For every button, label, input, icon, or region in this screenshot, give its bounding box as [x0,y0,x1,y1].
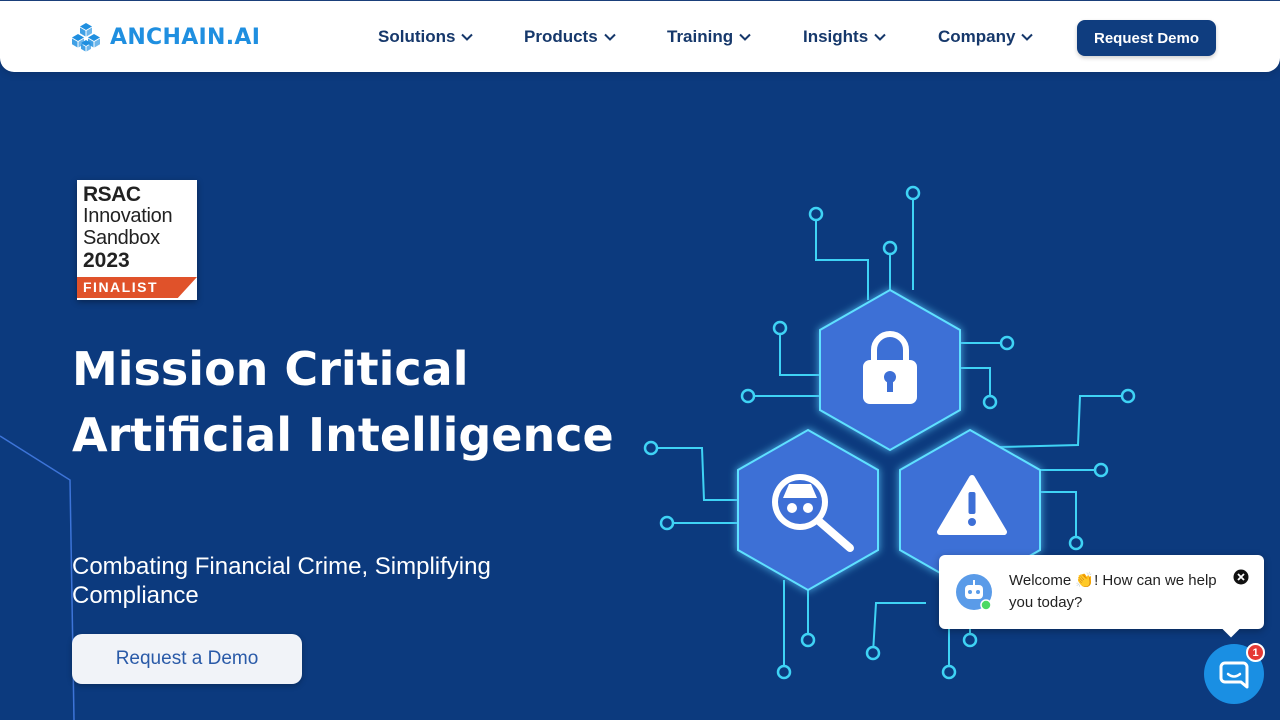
unread-count-badge: 1 [1246,643,1265,662]
nav-item-solutions[interactable]: Solutions [378,27,474,47]
badge-line: Innovation [83,205,173,227]
chevron-down-icon [874,33,886,41]
top-navigation-bar: ANCHAIN.AI Solutions Products Training I… [0,0,1280,72]
chat-icon [1219,661,1249,689]
request-demo-button[interactable]: Request Demo [1077,20,1216,56]
chevron-down-icon [461,33,474,41]
badge-line: 2023 [83,249,130,272]
chat-message: Welcome 👏! How can we help you today? [1009,572,1217,611]
chat-welcome-bubble[interactable]: Welcome 👏! How can we help you today? [939,555,1264,638]
brand-logo[interactable]: ANCHAIN.AI [70,21,260,53]
nav-item-training[interactable]: Training [667,27,751,47]
nav-item-insights[interactable]: Insights [803,27,886,47]
chevron-down-icon [739,33,751,41]
badge-line: Sandbox [83,227,160,249]
hero-subheadline: Combating Financial Crime, Simplifying C… [72,553,491,609]
nav-item-products[interactable]: Products [524,27,616,47]
bot-avatar [955,573,993,611]
request-a-demo-button[interactable]: Request a Demo [72,634,302,684]
cube-cluster-icon [72,23,100,52]
hero-headline: Mission Critical Artificial Intelligence [72,342,614,462]
rsac-finalist-badge: RSAC Innovation Sandbox 2023 FINALIST [77,180,197,300]
nav-label: Company [938,27,1016,46]
chevron-down-icon [1021,33,1034,41]
robot-icon [956,574,992,611]
nav-item-company[interactable]: Company [938,27,1034,47]
close-icon[interactable] [1233,569,1249,585]
badge-line: RSAC [83,183,141,206]
nav-label: Training [667,27,734,46]
nav-label: Products [524,27,598,46]
chevron-down-icon [603,33,616,41]
badge-ribbon: FINALIST [77,277,197,298]
brand-name: ANCHAIN.AI [110,24,261,50]
nav-label: Insights [803,27,869,46]
nav-label: Solutions [378,27,456,46]
